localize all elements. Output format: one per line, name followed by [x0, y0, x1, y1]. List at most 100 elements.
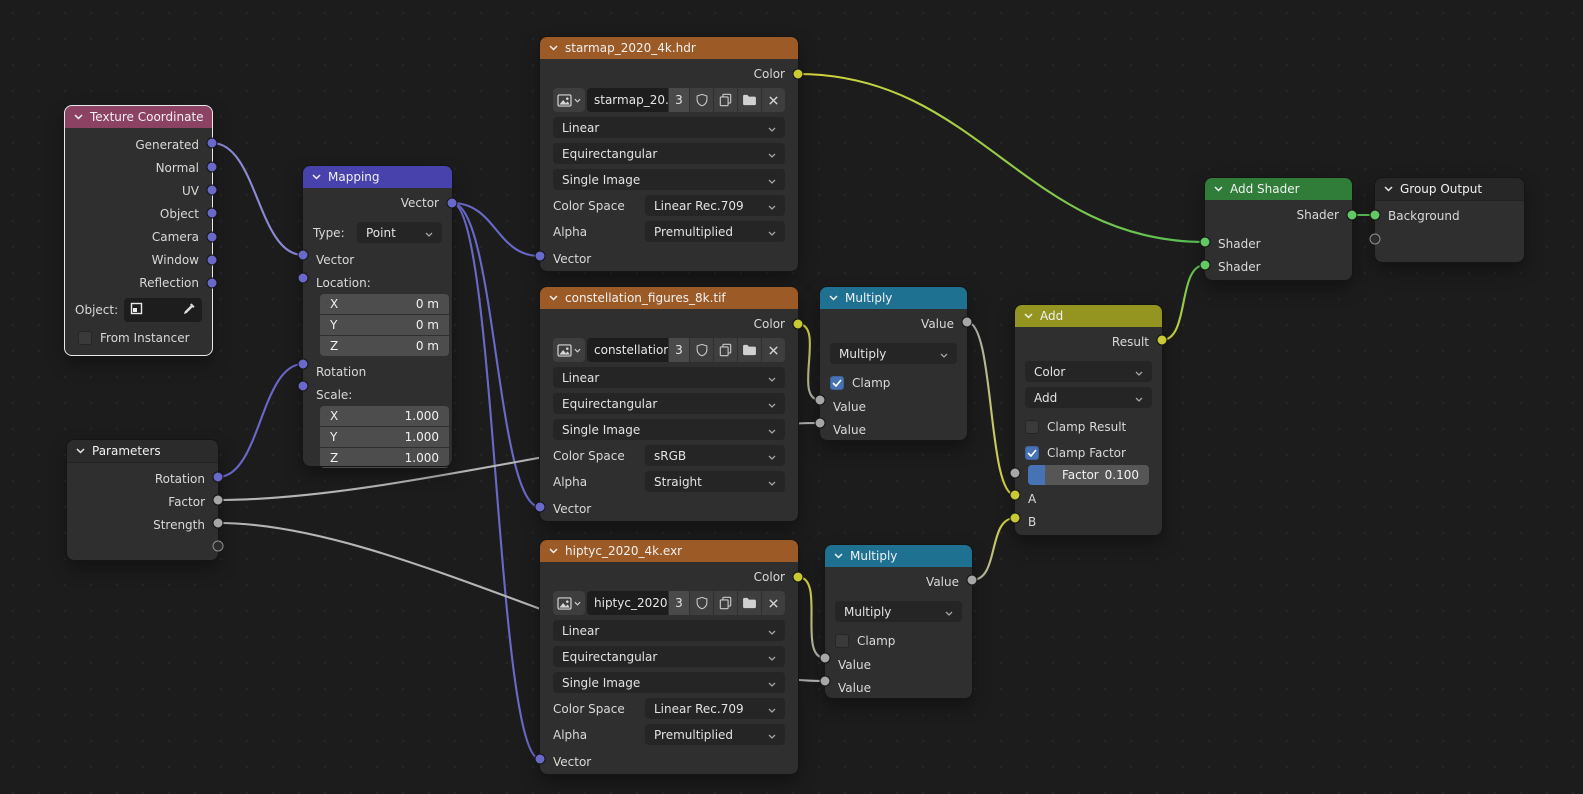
alpha-dropdown[interactable]: Premultiplied: [645, 221, 785, 242]
location-z-field[interactable]: Z0 m: [320, 336, 449, 356]
collapse-chevron-icon[interactable]: [549, 45, 558, 51]
wire-parameters-rotation-to-mapping-rotation[interactable]: [218, 364, 303, 477]
scale-y-field[interactable]: Y1.000: [320, 427, 449, 447]
node-header-hiptyc[interactable]: hiptyc_2020_4k.exr: [540, 540, 798, 562]
socket-parameters-virtual-socket[interactable]: [213, 541, 224, 552]
socket-groupoutput-background-input[interactable]: [1370, 210, 1381, 221]
socket-texcoord-object-output[interactable]: [207, 208, 218, 219]
socket-texcoord-uv-output[interactable]: [207, 185, 218, 196]
collapse-chevron-icon[interactable]: [76, 448, 85, 454]
fake-user-shield-button[interactable]: [690, 591, 713, 615]
unlink-image-button[interactable]: [762, 591, 785, 615]
source-dropdown[interactable]: Single Image: [553, 672, 785, 693]
clamp-result-checkbox[interactable]: [1025, 420, 1039, 434]
node-header-texture-coordinate[interactable]: Texture Coordinate: [65, 106, 212, 128]
socket-constellation-color-output[interactable]: [793, 319, 804, 330]
collapse-chevron-icon[interactable]: [1384, 186, 1393, 192]
wire-multiply-top-value-to-mix-a[interactable]: [967, 322, 1015, 495]
socket-multiply-bottom-value1-input[interactable]: [820, 653, 831, 664]
unlink-image-button[interactable]: [762, 88, 785, 112]
wire-multiply-bottom-value-to-mix-b[interactable]: [972, 518, 1015, 580]
image-users-count[interactable]: 3: [669, 88, 689, 112]
image-users-count[interactable]: 3: [669, 338, 689, 362]
image-browse-button[interactable]: [553, 88, 585, 112]
location-y-field[interactable]: Y0 m: [320, 315, 449, 335]
eyedropper-icon[interactable]: [182, 302, 196, 319]
collapse-chevron-icon[interactable]: [1214, 186, 1223, 192]
wire-mix-result-to-addshader-shader2[interactable]: [1162, 265, 1205, 340]
socket-parameters-rotation-output[interactable]: [213, 472, 224, 483]
node-header-mix-add[interactable]: Add: [1015, 305, 1162, 327]
socket-mapping-vector-input[interactable]: [298, 250, 309, 261]
mapping-type-dropdown[interactable]: Point: [357, 222, 442, 243]
image-name-field[interactable]: hiptyc_2020...: [587, 591, 668, 615]
wire-mapping-vector-to-constellation-vector[interactable]: [452, 203, 540, 507]
color-space-dropdown[interactable]: Linear Rec.709: [645, 195, 785, 216]
socket-mix-b-input[interactable]: [1010, 513, 1021, 524]
socket-starmap-vector-input[interactable]: [535, 251, 546, 262]
socket-multiply-top-value-output[interactable]: [962, 317, 973, 328]
scale-z-field[interactable]: Z1.000: [320, 448, 449, 468]
interpolation-dropdown[interactable]: Linear: [553, 117, 785, 138]
alpha-dropdown[interactable]: Straight: [645, 471, 785, 492]
socket-multiply-top-value2-input[interactable]: [815, 418, 826, 429]
alpha-dropdown[interactable]: Premultiplied: [645, 724, 785, 745]
image-browse-button[interactable]: [553, 338, 585, 362]
socket-texcoord-camera-output[interactable]: [207, 232, 218, 243]
unlink-image-button[interactable]: [762, 338, 785, 362]
collapse-chevron-icon[interactable]: [834, 553, 843, 559]
node-header-multiply-bottom[interactable]: Multiply: [825, 545, 972, 567]
socket-mix-result-output[interactable]: [1157, 335, 1168, 346]
node-header-multiply-top[interactable]: Multiply: [820, 287, 967, 309]
socket-multiply-bottom-value-output[interactable]: [967, 575, 978, 586]
node-header-group-output[interactable]: Group Output: [1375, 178, 1524, 201]
collapse-chevron-icon[interactable]: [549, 295, 558, 301]
factor-slider[interactable]: Factor 0.100: [1028, 465, 1149, 485]
open-image-folder-button[interactable]: [738, 88, 761, 112]
source-dropdown[interactable]: Single Image: [553, 419, 785, 440]
socket-addshader-shader-output[interactable]: [1347, 210, 1358, 221]
data-type-dropdown[interactable]: Color: [1025, 361, 1152, 382]
socket-texcoord-reflection-output[interactable]: [207, 278, 218, 289]
collapse-chevron-icon[interactable]: [1024, 313, 1033, 319]
wire-texcoord-generated-to-mapping-vector[interactable]: [212, 143, 303, 255]
node-editor-canvas[interactable]: Texture Coordinate Generated Normal UV O…: [0, 0, 1583, 794]
fake-user-shield-button[interactable]: [690, 88, 713, 112]
wire-starmap-color-to-addshader-shader1[interactable]: [798, 74, 1205, 242]
socket-texcoord-normal-output[interactable]: [207, 162, 218, 173]
socket-mapping-location-input[interactable]: [298, 273, 309, 284]
open-image-folder-button[interactable]: [738, 338, 761, 362]
wire-mapping-vector-to-hiptyc-vector[interactable]: [452, 203, 540, 759]
socket-parameters-strength-output[interactable]: [213, 518, 224, 529]
socket-mapping-scale-input[interactable]: [298, 381, 309, 392]
collapse-chevron-icon[interactable]: [312, 174, 321, 180]
from-instancer-checkbox[interactable]: [78, 331, 92, 345]
socket-mix-factor-input[interactable]: [1010, 468, 1021, 479]
source-dropdown[interactable]: Single Image: [553, 169, 785, 190]
wire-mapping-vector-to-starmap-vector[interactable]: [452, 203, 540, 256]
wire-hiptyc-color-to-multiply-bottom-value1[interactable]: [798, 577, 825, 658]
socket-mix-a-input[interactable]: [1010, 490, 1021, 501]
socket-parameters-factor-output[interactable]: [213, 495, 224, 506]
clamp-factor-checkbox[interactable]: [1025, 446, 1039, 460]
image-users-count[interactable]: 3: [669, 591, 689, 615]
image-browse-button[interactable]: [553, 591, 585, 615]
open-image-folder-button[interactable]: [738, 591, 761, 615]
socket-addshader-shader2-input[interactable]: [1200, 260, 1211, 271]
collapse-chevron-icon[interactable]: [549, 548, 558, 554]
socket-multiply-bottom-value2-input[interactable]: [820, 676, 831, 687]
socket-constellation-vector-input[interactable]: [535, 502, 546, 513]
projection-dropdown[interactable]: Equirectangular: [553, 646, 785, 667]
socket-texcoord-window-output[interactable]: [207, 255, 218, 266]
blend-mode-dropdown[interactable]: Add: [1025, 387, 1152, 408]
scale-x-field[interactable]: X1.000: [320, 406, 449, 426]
socket-texcoord-generated-output[interactable]: [207, 138, 218, 149]
socket-groupoutput-virtual-socket[interactable]: [1370, 234, 1381, 245]
duplicate-image-button[interactable]: [714, 591, 737, 615]
collapse-chevron-icon[interactable]: [829, 295, 838, 301]
socket-hiptyc-vector-input[interactable]: [535, 754, 546, 765]
math-operation-dropdown[interactable]: Multiply: [830, 343, 957, 364]
node-header-add-shader[interactable]: Add Shader: [1205, 178, 1352, 200]
socket-mapping-rotation-input[interactable]: [298, 359, 309, 370]
color-space-dropdown[interactable]: sRGB: [645, 445, 785, 466]
